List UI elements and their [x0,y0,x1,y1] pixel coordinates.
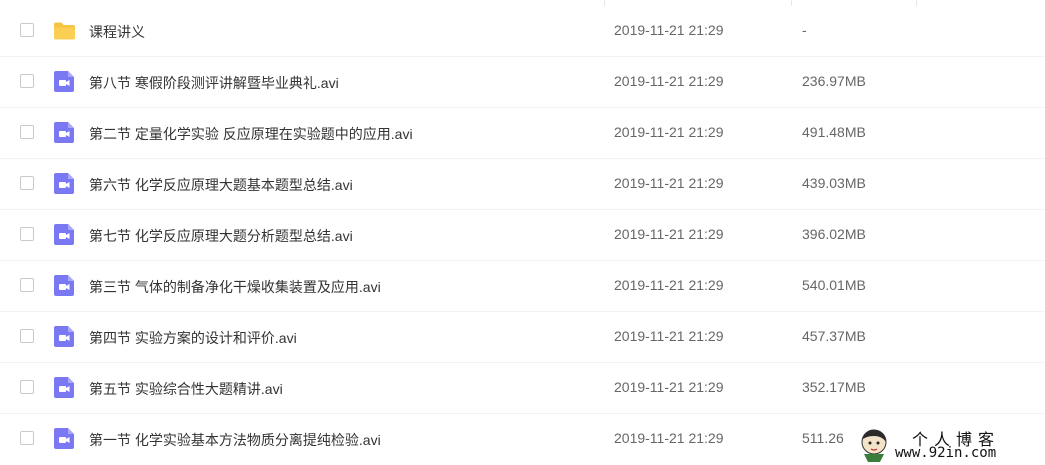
file-name-link[interactable]: 课程讲义 [89,22,145,42]
video-icon [53,376,76,399]
file-row-video[interactable]: 第三节 气体的制备净化干燥收集装置及应用.avi 2019-11-21 21:2… [0,261,1045,312]
video-icon [53,223,76,246]
folder-icon [53,19,76,42]
file-name-link[interactable]: 第四节 实验方案的设计和评价.avi [89,328,297,348]
file-row-folder[interactable]: 课程讲义 2019-11-21 21:29 - [0,6,1045,57]
file-name-link[interactable]: 第三节 气体的制备净化干燥收集装置及应用.avi [89,277,381,297]
modified-date: 2019-11-21 21:29 [614,277,724,293]
file-size: - [802,22,807,38]
video-icon [53,70,76,93]
file-name-link[interactable]: 第二节 定量化学实验 反应原理在实验题中的应用.avi [89,124,413,144]
file-row-video[interactable]: 第二节 定量化学实验 反应原理在实验题中的应用.avi 2019-11-21 2… [0,108,1045,159]
modified-date: 2019-11-21 21:29 [614,379,724,395]
file-name-link[interactable]: 第一节 化学实验基本方法物质分离提纯检验.avi [89,430,381,450]
row-checkbox[interactable] [20,227,34,241]
file-row-video[interactable]: 第七节 化学反应原理大题分析题型总结.avi 2019-11-21 21:29 … [0,210,1045,261]
row-checkbox[interactable] [20,176,34,190]
file-size: 491.48MB [802,124,866,140]
row-checkbox[interactable] [20,380,34,394]
file-row-video[interactable]: 第八节 寒假阶段测评讲解暨毕业典礼.avi 2019-11-21 21:29 2… [0,57,1045,108]
file-size: 540.01MB [802,277,866,293]
video-icon [53,325,76,348]
file-row-video[interactable]: 第四节 实验方案的设计和评价.avi 2019-11-21 21:29 457.… [0,312,1045,363]
modified-date: 2019-11-21 21:29 [614,175,724,191]
video-icon [53,427,76,450]
watermark-url: www.92in.com [895,445,997,461]
modified-date: 2019-11-21 21:29 [614,430,724,446]
file-list: 课程讲义 2019-11-21 21:29 - 第八节 寒假阶段测评讲解暨毕业典… [0,6,1045,464]
file-size: 236.97MB [802,73,866,89]
file-name-link[interactable]: 第五节 实验综合性大题精讲.avi [89,379,283,399]
row-checkbox[interactable] [20,23,34,37]
file-size: 396.02MB [802,226,866,242]
video-icon [53,172,76,195]
video-icon [53,121,76,144]
file-row-video[interactable]: 第五节 实验综合性大题精讲.avi 2019-11-21 21:29 352.1… [0,363,1045,414]
row-checkbox[interactable] [20,431,34,445]
modified-date: 2019-11-21 21:29 [614,22,724,38]
modified-date: 2019-11-21 21:29 [614,226,724,242]
file-row-video[interactable]: 第六节 化学反应原理大题基本题型总结.avi 2019-11-21 21:29 … [0,159,1045,210]
video-icon [53,274,76,297]
row-checkbox[interactable] [20,329,34,343]
file-name-link[interactable]: 第七节 化学反应原理大题分析题型总结.avi [89,226,353,246]
file-size: 511.26 [802,430,844,446]
watermark-character-icon [861,429,887,462]
modified-date: 2019-11-21 21:29 [614,73,724,89]
file-size: 352.17MB [802,379,866,395]
file-name-link[interactable]: 第八节 寒假阶段测评讲解暨毕业典礼.avi [89,73,339,93]
row-checkbox[interactable] [20,125,34,139]
modified-date: 2019-11-21 21:29 [614,124,724,140]
modified-date: 2019-11-21 21:29 [614,328,724,344]
row-checkbox[interactable] [20,74,34,88]
file-size: 457.37MB [802,328,866,344]
row-checkbox[interactable] [20,278,34,292]
file-size: 439.03MB [802,175,866,191]
file-name-link[interactable]: 第六节 化学反应原理大题基本题型总结.avi [89,175,353,195]
